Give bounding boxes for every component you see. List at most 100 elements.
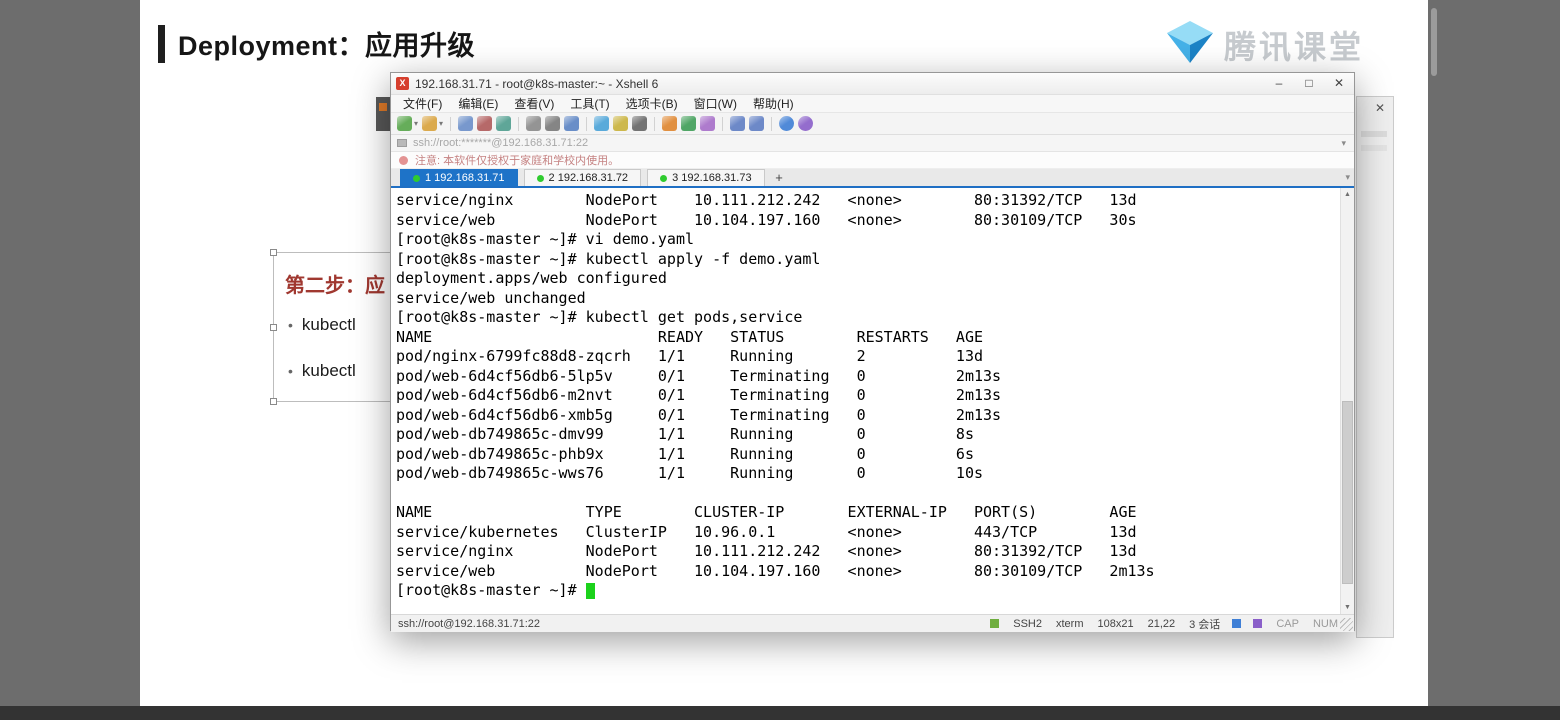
selection-handle[interactable] (270, 249, 277, 256)
notice-bar: 注意: 本软件仅授权于家庭和学校内使用。 (391, 152, 1354, 169)
duplicate-session-icon[interactable] (526, 116, 542, 131)
menu-window[interactable]: 窗口(W) (686, 95, 745, 113)
status-session-count: 3 会话 (1189, 618, 1221, 631)
slide-step-heading: 第二步：应 (285, 275, 385, 297)
slide-bullet-1: • kubectl (288, 315, 356, 334)
open-folder-icon[interactable] (422, 116, 438, 131)
menu-tabs[interactable]: 选项卡(B) (618, 95, 686, 113)
resize-grip[interactable] (1340, 618, 1353, 631)
connected-dot-icon (660, 174, 668, 182)
menu-help[interactable]: 帮助(H) (745, 95, 802, 113)
brand: 腾讯课堂 (1166, 20, 1364, 69)
address-bar[interactable]: ssh://root:*******@192.168.31.71:22 ▾ (391, 135, 1354, 152)
help-icon[interactable] (779, 116, 795, 131)
status-bar: ssh://root@192.168.31.71:22 SSH2 xterm 1… (391, 614, 1354, 632)
close-button[interactable]: ✕ (1324, 73, 1354, 94)
dropdown-caret-icon[interactable]: ▾ (439, 119, 443, 128)
status-terminal-type: xterm (1056, 617, 1084, 630)
title-accent-bar (158, 24, 165, 63)
letterbox-right (1428, 0, 1560, 720)
session-properties-icon[interactable] (545, 116, 561, 131)
about-icon[interactable] (798, 116, 814, 131)
page-title: Deployment：应用升级 (178, 31, 476, 61)
status-num-lock: NUM (1312, 617, 1338, 630)
new-session-icon[interactable] (397, 116, 412, 131)
status-caps-lock: CAP (1276, 617, 1299, 630)
menu-edit[interactable]: 编辑(E) (450, 95, 506, 113)
highlight-set-icon[interactable] (613, 116, 629, 131)
zoom-icon[interactable] (1232, 619, 1242, 628)
status-terminal-size: 108x21 (1097, 617, 1134, 630)
window-title-bar[interactable]: X 192.168.31.71 - root@k8s-master:~ - Xs… (391, 73, 1354, 95)
menu-view[interactable]: 查看(V) (506, 95, 562, 113)
terminal-scrollbar[interactable]: ▲ ▼ (1340, 188, 1354, 614)
scrollbar-thumb[interactable] (1342, 401, 1353, 585)
new-tab-button[interactable]: + (771, 169, 788, 186)
selection-handle[interactable] (270, 324, 277, 331)
notice-text: 注意: 本软件仅授权于家庭和学校内使用。 (415, 155, 620, 167)
letterbox-bottom (0, 706, 1560, 720)
notice-icon (399, 155, 408, 165)
shell-prompt: [root@k8s-master ~]# (396, 581, 586, 599)
tab-session-3[interactable]: 3 192.168.31.73 (647, 169, 765, 186)
toolbar: ▾ ▾ (391, 113, 1354, 135)
bullet-icon: • (288, 317, 293, 333)
status-cursor-position: 21,22 (1147, 617, 1176, 630)
maximize-button[interactable]: □ (1294, 73, 1324, 94)
status-connection: ssh://root@192.168.31.71:22 (398, 617, 541, 630)
connected-dot-icon (413, 174, 420, 182)
tile-horizontal-icon[interactable] (730, 116, 746, 131)
lock-screen-icon[interactable] (662, 116, 678, 131)
xshell-window: X 192.168.31.71 - root@k8s-master:~ - Xs… (390, 72, 1355, 632)
marker-icon[interactable] (1253, 619, 1263, 628)
connection-status-icon (990, 619, 1000, 628)
terminal-prompt-line: [root@k8s-master ~]# (391, 581, 1354, 601)
tab-session-1[interactable]: 1 192.168.31.71 (400, 169, 518, 186)
tab-label: 2 192.168.31.72 (548, 172, 629, 184)
background-window-fragment-left (376, 97, 390, 131)
letterbox-left (0, 0, 140, 720)
connected-dot-icon (536, 174, 544, 182)
terminal-cursor (585, 583, 595, 599)
address-dropdown-icon[interactable]: ▾ (1337, 138, 1350, 149)
session-manager-icon[interactable] (458, 116, 474, 131)
reconnect-icon[interactable] (496, 116, 512, 131)
tab-list-dropdown-icon[interactable]: ▾ (1341, 172, 1354, 183)
minimize-button[interactable]: – (1264, 73, 1294, 94)
close-icon[interactable]: ✕ (1375, 101, 1385, 115)
zmodem-upload-icon[interactable] (700, 116, 716, 131)
slide-bullet-2: • kubectl (288, 361, 356, 380)
xshell-app-icon: X (396, 77, 409, 90)
menu-file[interactable]: 文件(F) (395, 95, 450, 113)
bullet-icon: • (288, 363, 293, 379)
menu-tools[interactable]: 工具(T) (562, 95, 617, 113)
tab-label: 3 192.168.31.73 (672, 172, 752, 184)
terminal-output: service/nginx NodePort 10.111.212.242 <n… (396, 191, 1155, 580)
scroll-down-icon[interactable]: ▼ (1341, 601, 1354, 614)
font-icon[interactable] (632, 116, 648, 131)
disconnect-icon[interactable] (477, 116, 493, 131)
scroll-up-icon[interactable]: ▲ (1341, 188, 1354, 201)
background-icon (379, 103, 387, 111)
dropdown-caret-icon[interactable]: ▾ (414, 119, 418, 128)
terminal-protocol-icon (397, 139, 407, 147)
terminal-area[interactable]: service/nginx NodePort 10.111.212.242 <n… (391, 188, 1354, 614)
menu-bar: 文件(F) 编辑(E) 查看(V) 工具(T) 选项卡(B) 窗口(W) 帮助(… (391, 95, 1354, 113)
tile-vertical-icon[interactable] (749, 116, 765, 131)
background-window-fragment-right: ✕ (1356, 96, 1394, 638)
screen: Deployment：应用升级 腾讯课堂 第二步：应 • kubectl • kub… (0, 0, 1560, 720)
brand-name: 腾讯课堂 (1224, 28, 1365, 65)
tab-bar: 1 192.168.31.71 2 192.168.31.72 3 192.16… (391, 169, 1354, 188)
tab-label: 1 192.168.31.71 (425, 172, 505, 184)
tab-session-2[interactable]: 2 192.168.31.72 (523, 169, 642, 186)
address-value[interactable]: ssh://root:*******@192.168.31.71:22 (413, 137, 1337, 149)
page-header: Deployment：应用升级 (158, 24, 475, 63)
status-protocol: SSH2 (1013, 617, 1042, 630)
file-transfer-icon[interactable] (681, 116, 697, 131)
find-icon[interactable] (564, 116, 580, 131)
tencent-classroom-logo-icon (1166, 20, 1214, 69)
selection-handle[interactable] (270, 398, 277, 405)
window-title: 192.168.31.71 - root@k8s-master:~ - Xshe… (415, 76, 659, 91)
page-scrollbar-thumb[interactable] (1431, 8, 1437, 76)
compose-bar-icon[interactable] (594, 116, 610, 131)
